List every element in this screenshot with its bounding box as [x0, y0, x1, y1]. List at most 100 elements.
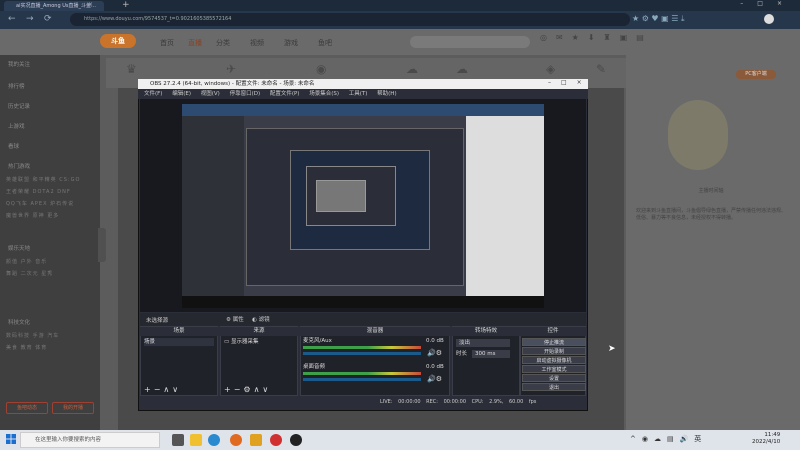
close-tab-icon[interactable]: ×: [88, 1, 93, 8]
grid-item[interactable]: DNF: [57, 189, 70, 195]
grid-item[interactable]: 美食: [6, 345, 18, 351]
sidebar-grid-1[interactable]: 英雄联盟 和平精英 CS:GO: [6, 176, 80, 183]
obs-taskbar-icon[interactable]: [290, 434, 302, 446]
nav-home[interactable]: 首页: [160, 38, 174, 48]
scenes-dock-controls[interactable]: +−∧∨: [144, 385, 181, 394]
profile-avatar[interactable]: [764, 14, 774, 24]
desktop-volume-slider[interactable]: [303, 378, 421, 381]
nav-video[interactable]: 视频: [250, 38, 264, 48]
category-icon[interactable]: ☁: [456, 62, 468, 76]
filters-button[interactable]: ◐ 滤镜: [252, 315, 270, 323]
speaker-icon[interactable]: 🔊⚙: [427, 349, 442, 357]
studio-mode-button[interactable]: 工作室模式: [522, 365, 586, 373]
edge-icon[interactable]: [208, 434, 220, 446]
start-recording-button[interactable]: 开始录制: [522, 347, 586, 355]
grid-item[interactable]: 炉石传说: [50, 201, 74, 207]
grid-item[interactable]: 舞蹈: [6, 271, 18, 277]
sidebar-grid-1b[interactable]: 王者荣耀 DOTA2 DNF: [6, 188, 71, 195]
site-search-input[interactable]: [410, 36, 530, 48]
grid-item[interactable]: 更多: [47, 213, 59, 219]
url-input[interactable]: https://www.douyu.com/9574537_t=0.902160…: [70, 13, 630, 26]
virtual-camera-button[interactable]: 启动虚拟摄像机: [522, 356, 586, 364]
sidebar-grid-3b[interactable]: 美食 教育 体育: [6, 344, 47, 351]
grid-item[interactable]: 二次元: [21, 271, 39, 277]
sidebar-item-sports[interactable]: 看球: [8, 142, 19, 150]
site-logo[interactable]: 斗鱼: [100, 34, 136, 48]
grid-item[interactable]: 魔兽世界: [6, 213, 30, 219]
back-icon[interactable]: ←: [8, 14, 16, 24]
grid-item[interactable]: 教育: [21, 345, 33, 351]
grid-item[interactable]: 音乐: [35, 259, 47, 265]
category-icon[interactable]: ☁: [406, 62, 418, 76]
menu-help[interactable]: 帮助(H): [377, 91, 396, 97]
sidebar-grid-2[interactable]: 颜值 户外 音乐: [6, 258, 47, 265]
sources-dock-controls[interactable]: +−⚙∧∨: [224, 385, 271, 394]
sidebar-item-history[interactable]: 历史记录: [8, 102, 30, 110]
task-view-icon[interactable]: [172, 434, 184, 446]
source-item[interactable]: ▭ 显示器采集: [224, 338, 258, 346]
transition-select[interactable]: 淡出: [456, 339, 510, 347]
windows-start-icon[interactable]: [6, 434, 16, 444]
menu-scene-collection[interactable]: 场景集合(S): [309, 91, 339, 97]
sidebar-grid-3[interactable]: 数码科技 手游 汽车: [6, 332, 59, 339]
taskbar-clock[interactable]: 11:49 2022/4/10: [752, 432, 780, 446]
menu-tools[interactable]: 工具(T): [349, 91, 368, 97]
system-tray-icons[interactable]: ^◉☁▤🔊英: [630, 434, 707, 444]
grid-item[interactable]: CS:GO: [59, 177, 80, 183]
menu-file[interactable]: 文件(F): [144, 91, 162, 97]
sidebar-button-left[interactable]: 鱼吧动态: [6, 402, 48, 414]
sidebar-grid-1d[interactable]: 魔兽世界 原神 更多: [6, 212, 59, 219]
grid-item[interactable]: DOTA2: [33, 189, 55, 195]
category-icon[interactable]: ◈: [546, 62, 555, 76]
firefox-icon[interactable]: [230, 434, 242, 446]
grid-item[interactable]: 颜值: [6, 259, 18, 265]
app-icon[interactable]: [250, 434, 262, 446]
scene-item[interactable]: 场景: [144, 338, 214, 346]
window-controls[interactable]: –□×: [740, 0, 796, 7]
category-icon[interactable]: ✎: [596, 62, 606, 76]
sidebar-collapse-handle[interactable]: [98, 228, 106, 262]
grid-item[interactable]: 和平精英: [33, 177, 57, 183]
sidebar-item-follow[interactable]: 我的关注: [8, 60, 30, 68]
properties-button[interactable]: ⚙ 属性: [226, 315, 244, 323]
grid-item[interactable]: 王者荣耀: [6, 189, 30, 195]
grid-item[interactable]: 原神: [33, 213, 45, 219]
stop-streaming-button[interactable]: 停止推流: [522, 338, 586, 346]
sidebar-item-game[interactable]: 上游戏: [8, 122, 25, 130]
nav-category[interactable]: 分类: [216, 38, 230, 48]
sidebar-button-right[interactable]: 我的开播: [52, 402, 94, 414]
mic-volume-slider[interactable]: [303, 352, 421, 355]
grid-item[interactable]: 体育: [35, 345, 47, 351]
menu-view[interactable]: 视图(V): [201, 91, 220, 97]
toolbar-icons[interactable]: ★ ⚙ ♥ ▣ ☰ ⤓: [632, 14, 685, 24]
exit-button[interactable]: 退出: [522, 383, 586, 391]
sidebar-grid-2b[interactable]: 舞蹈 二次元 星秀: [6, 270, 53, 277]
speaker-icon[interactable]: 🔊⚙: [427, 375, 442, 383]
sidebar-item-rank[interactable]: 排行榜: [8, 82, 25, 90]
refresh-icon[interactable]: ⟳: [44, 14, 52, 24]
settings-button[interactable]: 设置: [522, 374, 586, 382]
grid-item[interactable]: 户外: [21, 259, 33, 265]
app-icon[interactable]: [270, 434, 282, 446]
grid-item[interactable]: 英雄联盟: [6, 177, 30, 183]
obs-window-controls[interactable]: –□×: [548, 79, 592, 86]
category-icon[interactable]: ◉: [316, 62, 326, 76]
pc-client-badge[interactable]: PC客户端: [736, 70, 776, 79]
nav-fishbar[interactable]: 鱼吧: [318, 38, 332, 48]
menu-docks[interactable]: 停靠窗口(D): [230, 91, 261, 97]
taskbar-search-input[interactable]: 在这里输入你要搜索的内容: [20, 432, 160, 448]
grid-item[interactable]: 汽车: [47, 333, 59, 339]
file-explorer-icon[interactable]: [190, 434, 202, 446]
new-tab-icon[interactable]: +: [122, 0, 130, 10]
category-icon[interactable]: ♛: [126, 62, 137, 76]
grid-item[interactable]: 数码科技: [6, 333, 30, 339]
forward-icon[interactable]: →: [26, 14, 34, 24]
grid-item[interactable]: QQ飞车: [6, 201, 28, 207]
category-icon[interactable]: ✈: [226, 62, 236, 76]
nav-game[interactable]: 游戏: [284, 38, 298, 48]
grid-item[interactable]: 手游: [33, 333, 45, 339]
menu-edit[interactable]: 编辑(E): [172, 91, 191, 97]
site-header-icons[interactable]: ◎✉★⬇♜▣▤: [540, 33, 653, 42]
menu-profile[interactable]: 配置文件(P): [270, 91, 300, 97]
sidebar-grid-1c[interactable]: QQ飞车 APEX 炉石传说: [6, 200, 74, 207]
